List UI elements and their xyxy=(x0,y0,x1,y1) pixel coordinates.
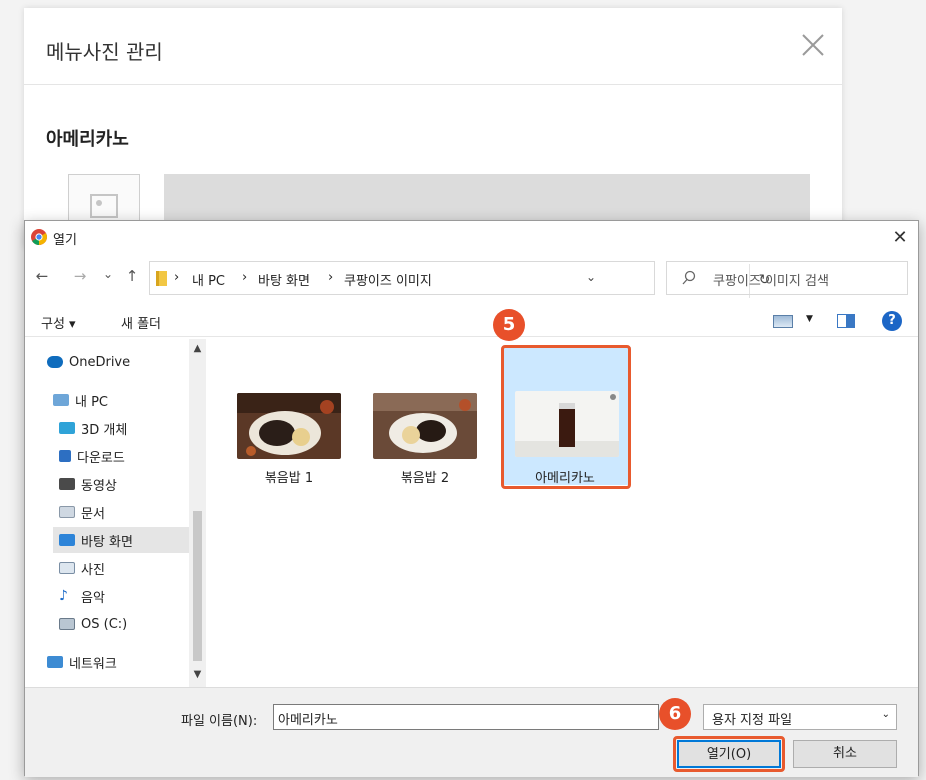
file-type-value: 용자 지정 파일 xyxy=(712,713,793,728)
menu-item-name: 아메리카노 xyxy=(46,129,129,150)
sidebar-item-label: OS (C:) xyxy=(81,616,128,632)
navigation-row: ← → ⌄ ↑ › 내 PC › 바탕 화면 › 쿠팡이즈 이미지 ⌄ ↻ 쿠팡… xyxy=(25,259,918,298)
sidebar-item-music[interactable]: ♪ 음악 xyxy=(59,583,105,609)
dialog-title: 열기 xyxy=(53,233,77,248)
sidebar-item-pc[interactable]: 내 PC xyxy=(53,387,108,413)
search-icon xyxy=(682,270,696,285)
open-file-dialog: 열기 ✕ ← → ⌄ ↑ › 내 PC › 바탕 화면 › 쿠팡이즈 이미지 ⌄… xyxy=(24,220,920,777)
cloud-icon xyxy=(47,356,63,368)
menu-photo-modal: 메뉴사진 관리 아메리카노 xyxy=(24,8,842,248)
sidebar-item-3d[interactable]: 3D 개체 xyxy=(59,415,127,441)
highlight-box xyxy=(673,736,785,772)
video-icon xyxy=(59,478,75,490)
pc-icon xyxy=(53,394,69,406)
dialog-footer: 파일 이름(N): 아메리카노 용자 지정 파일 ⌄ 열기(O) 취소 6 xyxy=(25,687,918,777)
scroll-up-icon[interactable]: ▲ xyxy=(189,343,206,354)
sidebar-item-label: 사진 xyxy=(81,562,105,578)
file-name: 볶음밥 2 xyxy=(400,471,450,486)
sidebar-item-label: 문서 xyxy=(81,506,105,522)
breadcrumb-pc[interactable]: 내 PC xyxy=(192,270,225,289)
search-input[interactable]: 쿠팡이즈 이미지 검색 xyxy=(666,261,908,295)
folder-icon xyxy=(156,271,167,286)
sidebar-scrollbar[interactable]: ▲ ▼ xyxy=(189,339,206,687)
sidebar-item-label: 네트워크 xyxy=(69,656,117,672)
page: 메뉴사진 관리 아메리카노 열기 ✕ ← → ⌄ ↑ › 내 PC › 바탕 화… xyxy=(0,0,926,780)
file-name: 볶음밥 1 xyxy=(264,471,314,486)
sidebar-item-label: 음악 xyxy=(81,590,105,606)
breadcrumb-separator: › xyxy=(242,270,248,285)
file-item[interactable]: 볶음밥 2 xyxy=(363,339,491,486)
search-placeholder: 쿠팡이즈 이미지 검색 xyxy=(713,274,829,289)
organize-menu[interactable]: 구성 ▾ xyxy=(41,313,76,332)
command-bar: 구성 ▾ 새 폴더 ▼ ? xyxy=(25,305,918,337)
chevron-down-icon[interactable]: ⌄ xyxy=(586,270,596,284)
scroll-down-icon[interactable]: ▼ xyxy=(189,669,206,680)
view-icon[interactable] xyxy=(773,315,793,328)
breadcrumb-separator: › xyxy=(174,270,180,285)
close-button[interactable]: ✕ xyxy=(887,226,913,250)
filename-label: 파일 이름(N): xyxy=(181,714,258,729)
chrome-icon xyxy=(31,229,47,245)
download-icon xyxy=(59,450,71,462)
network-icon xyxy=(47,656,63,668)
sidebar-item-onedrive[interactable]: OneDrive xyxy=(47,349,130,375)
highlight-box xyxy=(501,345,631,489)
sidebar-item-label: 다운로드 xyxy=(77,450,125,466)
recent-locations-button[interactable]: ⌄ xyxy=(99,267,117,281)
music-icon: ♪ xyxy=(59,588,68,604)
chevron-down-icon: ⌄ xyxy=(881,709,890,720)
sidebar-item-label: 내 PC xyxy=(75,394,109,410)
file-item[interactable]: 볶음밥 1 xyxy=(227,339,355,486)
sidebar-item-network[interactable]: 네트워크 xyxy=(47,649,117,675)
sidebar-item-downloads[interactable]: 다운로드 xyxy=(59,443,125,469)
sidebar-item-label: 3D 개체 xyxy=(81,422,128,438)
view-dropdown-icon[interactable]: ▼ xyxy=(806,314,813,324)
sidebar-item-label: 동영상 xyxy=(81,478,117,494)
breadcrumb-folder[interactable]: 쿠팡이즈 이미지 xyxy=(344,270,432,289)
scrollbar-thumb[interactable] xyxy=(193,511,202,661)
close-icon[interactable] xyxy=(798,30,828,60)
fried-rice-thumbnail xyxy=(237,393,341,459)
filename-input[interactable]: 아메리카노 xyxy=(273,704,659,730)
step-badge: 6 xyxy=(659,698,691,730)
cancel-button[interactable]: 취소 xyxy=(793,740,897,768)
sidebar-item-label: OneDrive xyxy=(69,354,131,370)
preview-pane-icon[interactable] xyxy=(837,314,855,328)
forward-button[interactable]: → xyxy=(71,267,89,285)
breadcrumb-separator: › xyxy=(328,270,334,285)
file-type-select[interactable]: 용자 지정 파일 ⌄ xyxy=(703,704,897,730)
sidebar-item-documents[interactable]: 문서 xyxy=(59,499,105,525)
new-folder-button[interactable]: 새 폴더 xyxy=(121,313,161,332)
sidebar-item-label: 바탕 화면 xyxy=(81,534,133,550)
cube-icon xyxy=(59,422,75,434)
sidebar-item-desktop[interactable]: 바탕 화면 xyxy=(53,527,189,553)
sidebar-item-pictures[interactable]: 사진 xyxy=(59,555,105,581)
divider xyxy=(24,84,842,85)
picture-icon xyxy=(59,562,75,574)
modal-title: 메뉴사진 관리 xyxy=(46,40,163,64)
back-button[interactable]: ← xyxy=(33,267,51,285)
help-icon[interactable]: ? xyxy=(882,311,902,331)
sidebar-item-videos[interactable]: 동영상 xyxy=(59,471,117,497)
drive-icon xyxy=(59,618,75,630)
document-icon xyxy=(59,506,75,518)
titlebar: 열기 ✕ xyxy=(25,221,918,253)
breadcrumb-desktop[interactable]: 바탕 화면 xyxy=(258,270,310,289)
navigation-pane: OneDrive 내 PC 3D 개체 다운로드 동영상 문서 바탕 화면 사진… xyxy=(25,339,207,687)
fried-rice-thumbnail xyxy=(373,393,477,459)
sidebar-item-drive[interactable]: OS (C:) xyxy=(59,611,127,637)
desktop-icon xyxy=(59,534,75,546)
address-bar[interactable]: › 내 PC › 바탕 화면 › 쿠팡이즈 이미지 ⌄ ↻ xyxy=(149,261,770,298)
up-button[interactable]: ↑ xyxy=(123,267,141,285)
file-list: 볶음밥 1 볶음밥 2 아메리카노 5 xyxy=(207,309,920,687)
step-badge: 5 xyxy=(493,309,525,341)
